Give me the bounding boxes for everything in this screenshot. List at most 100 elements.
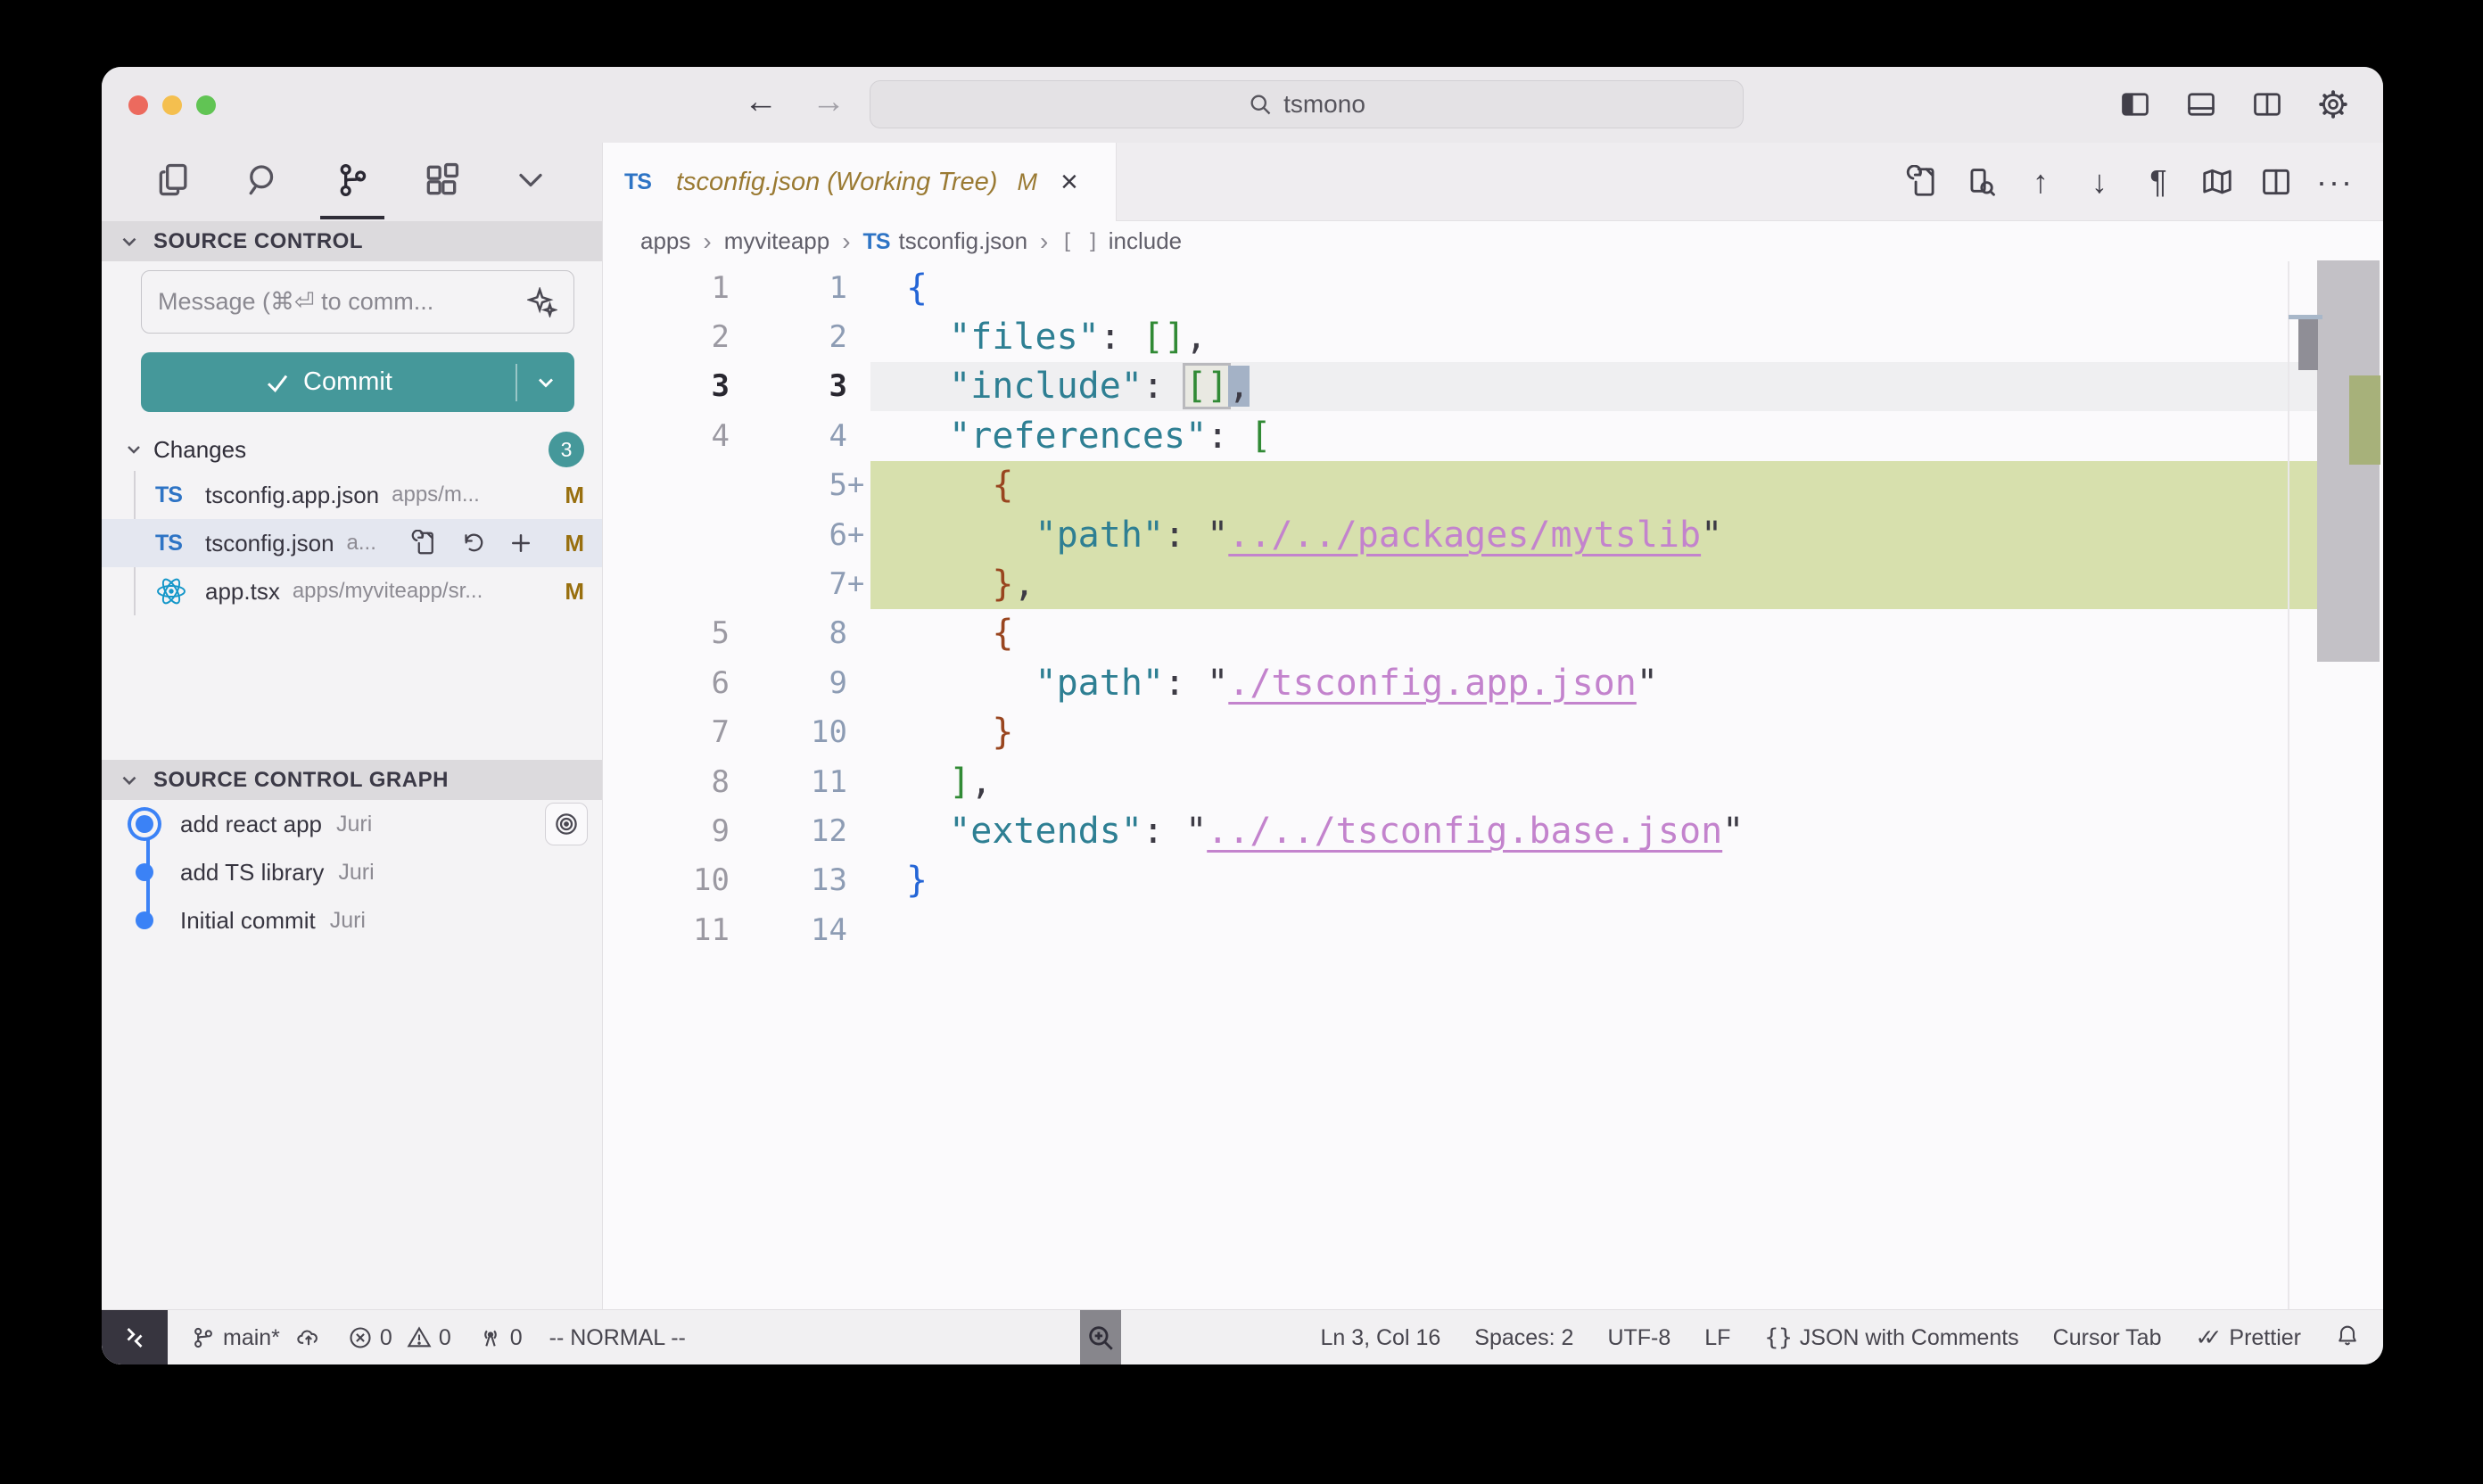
- commit-message: add react app: [180, 811, 322, 838]
- navigate-forward-button[interactable]: →: [812, 83, 846, 121]
- activity-item-source-control[interactable]: [326, 155, 379, 209]
- sparkle-icon[interactable]: [527, 287, 557, 317]
- original-line-number: 6: [603, 665, 740, 701]
- status-item-utf-8[interactable]: UTF-8: [1607, 1325, 1670, 1351]
- next-change-icon[interactable]: ↓: [2076, 159, 2123, 205]
- previous-change-icon[interactable]: ↑: [2017, 159, 2064, 205]
- modified-line-number: 10: [740, 714, 847, 750]
- code-line-content[interactable]: "files": [],: [870, 312, 2317, 361]
- code-line-content[interactable]: },: [870, 559, 2317, 608]
- more-actions-icon[interactable]: ···: [2312, 159, 2358, 205]
- changed-file-row[interactable]: app.tsx apps/myviteapp/sr... M: [102, 567, 602, 615]
- code-line-content[interactable]: ],: [870, 757, 2317, 806]
- split-editor-icon[interactable]: [2253, 159, 2299, 205]
- code-line-content[interactable]: }: [870, 856, 2317, 905]
- status-item-lf[interactable]: LF: [1704, 1325, 1730, 1351]
- zoom-window-button[interactable]: [196, 95, 216, 115]
- commit-row[interactable]: add TS library Juri: [102, 848, 602, 896]
- layout-panel-bottom-icon[interactable]: [2180, 83, 2223, 126]
- goto-target-button[interactable]: [545, 803, 588, 845]
- open-changes-icon[interactable]: [1900, 159, 1946, 205]
- problems-status[interactable]: 0 0: [348, 1325, 451, 1351]
- code-line-content[interactable]: "include": [],: [870, 362, 2317, 411]
- zoom-indicator[interactable]: [1080, 1310, 1121, 1364]
- stage-icon[interactable]: [506, 528, 536, 558]
- broadcast-tower-icon: [478, 1325, 503, 1350]
- changes-count-badge: 3: [549, 432, 584, 467]
- overview-added-lines-marker: [2349, 375, 2380, 465]
- whitespace-icon[interactable]: ¶: [2135, 159, 2182, 205]
- file-name: tsconfig.app.json: [205, 482, 379, 509]
- activity-bar: [102, 143, 602, 221]
- code-line: 2 2 "files": [],: [603, 312, 2383, 361]
- discard-icon[interactable]: [458, 528, 488, 558]
- open-file-icon[interactable]: [409, 528, 440, 558]
- code-line-content[interactable]: [870, 905, 2317, 954]
- source-control-icon: [333, 161, 372, 204]
- code-line: 5+ {: [603, 461, 2383, 510]
- commit-row[interactable]: add react app Juri: [102, 800, 602, 848]
- check-icon: [264, 369, 291, 396]
- code-line-content[interactable]: "extends": "../../tsconfig.base.json": [870, 806, 2317, 855]
- map-icon[interactable]: [2194, 159, 2240, 205]
- modified-line-number: 13: [740, 862, 847, 898]
- ts-icon: TS: [863, 227, 890, 255]
- status-item-prettier[interactable]: ✓✓Prettier: [2196, 1324, 2302, 1351]
- code-line: 6 9 "path": "./tsconfig.app.json": [603, 658, 2383, 707]
- source-control-graph-section-header[interactable]: SOURCE CONTROL GRAPH: [102, 760, 602, 800]
- activity-item-explorer[interactable]: [147, 155, 201, 209]
- code-line-content[interactable]: "references": [: [870, 411, 2317, 460]
- source-control-section-header[interactable]: SOURCE CONTROL: [102, 221, 602, 261]
- modified-line-number: 5+: [740, 467, 847, 503]
- code-line-content[interactable]: "path": "../../packages/mytslib": [870, 510, 2317, 559]
- commit-dropdown-button[interactable]: [517, 370, 574, 395]
- breadcrumb-item[interactable]: [ ]include: [1060, 227, 1182, 255]
- changes-section-header[interactable]: Changes 3: [102, 428, 602, 471]
- commit-dot-icon: [136, 863, 153, 881]
- file-path: apps/myviteapp/sr...: [293, 579, 483, 604]
- code-line-content[interactable]: {: [870, 461, 2317, 510]
- code-line-content[interactable]: {: [870, 263, 2317, 312]
- command-center-search[interactable]: tsmono: [870, 80, 1744, 128]
- commit-row[interactable]: Initial commit Juri: [102, 896, 602, 944]
- navigate-back-button[interactable]: ←: [744, 83, 778, 121]
- layout-sidebar-left-icon[interactable]: [2114, 83, 2157, 126]
- breadcrumb-item[interactable]: myviteapp: [724, 227, 830, 255]
- remote-indicator[interactable]: [102, 1310, 168, 1364]
- breadcrumb-item[interactable]: apps: [640, 227, 690, 255]
- settings-gear-icon[interactable]: [2312, 83, 2355, 126]
- array-symbol-icon: [ ]: [1060, 227, 1099, 255]
- activity-item-search[interactable]: [236, 155, 290, 209]
- status-item-cursor-tab[interactable]: Cursor Tab: [2053, 1325, 2162, 1351]
- search-icon: [243, 161, 283, 204]
- close-window-button[interactable]: [128, 95, 148, 115]
- code-line-content[interactable]: }: [870, 708, 2317, 757]
- commit-message-input[interactable]: Message (⌘⏎ to comm...: [141, 270, 574, 334]
- original-line-number: 5: [603, 615, 740, 651]
- vim-mode-status[interactable]: -- NORMAL --: [549, 1325, 686, 1351]
- status-item-ln-3-col-16[interactable]: Ln 3, Col 16: [1320, 1325, 1440, 1351]
- branch-status[interactable]: main*: [191, 1325, 321, 1351]
- activity-item-more-views[interactable]: [504, 155, 557, 209]
- breadcrumb-item[interactable]: TStsconfig.json: [863, 227, 1027, 255]
- original-line-number: 3: [603, 368, 740, 404]
- layout-sidebar-right-icon[interactable]: [2246, 83, 2289, 126]
- changed-file-row[interactable]: TS tsconfig.app.json apps/m... M: [102, 471, 602, 519]
- tab-close-icon[interactable]: ×: [1060, 167, 1078, 197]
- commit-dot-icon: [136, 815, 153, 833]
- compare-icon[interactable]: [1959, 159, 2005, 205]
- remote-icon: [121, 1324, 148, 1351]
- changed-file-row[interactable]: TS tsconfig.json a... M: [102, 519, 602, 567]
- status-item-spaces-2[interactable]: Spaces: 2: [1474, 1325, 1573, 1351]
- ports-status[interactable]: 0: [478, 1325, 523, 1351]
- minimize-window-button[interactable]: [162, 95, 182, 115]
- code-line-content[interactable]: "path": "./tsconfig.app.json": [870, 658, 2317, 707]
- status-item-bell[interactable]: [2335, 1323, 2360, 1354]
- activity-item-extensions[interactable]: [415, 155, 468, 209]
- status-item-json-with-comments[interactable]: {}JSON with Comments: [1764, 1324, 2018, 1351]
- code-line-content[interactable]: {: [870, 609, 2317, 658]
- original-line-number: 7: [603, 714, 740, 750]
- commit-button[interactable]: Commit: [141, 352, 574, 412]
- code-editor[interactable]: 1 1 { 2 2 "files": [], 3 3 "include": []…: [603, 261, 2383, 1309]
- tab-tsconfig-working-tree[interactable]: TS tsconfig.json (Working Tree) M ×: [603, 143, 1117, 221]
